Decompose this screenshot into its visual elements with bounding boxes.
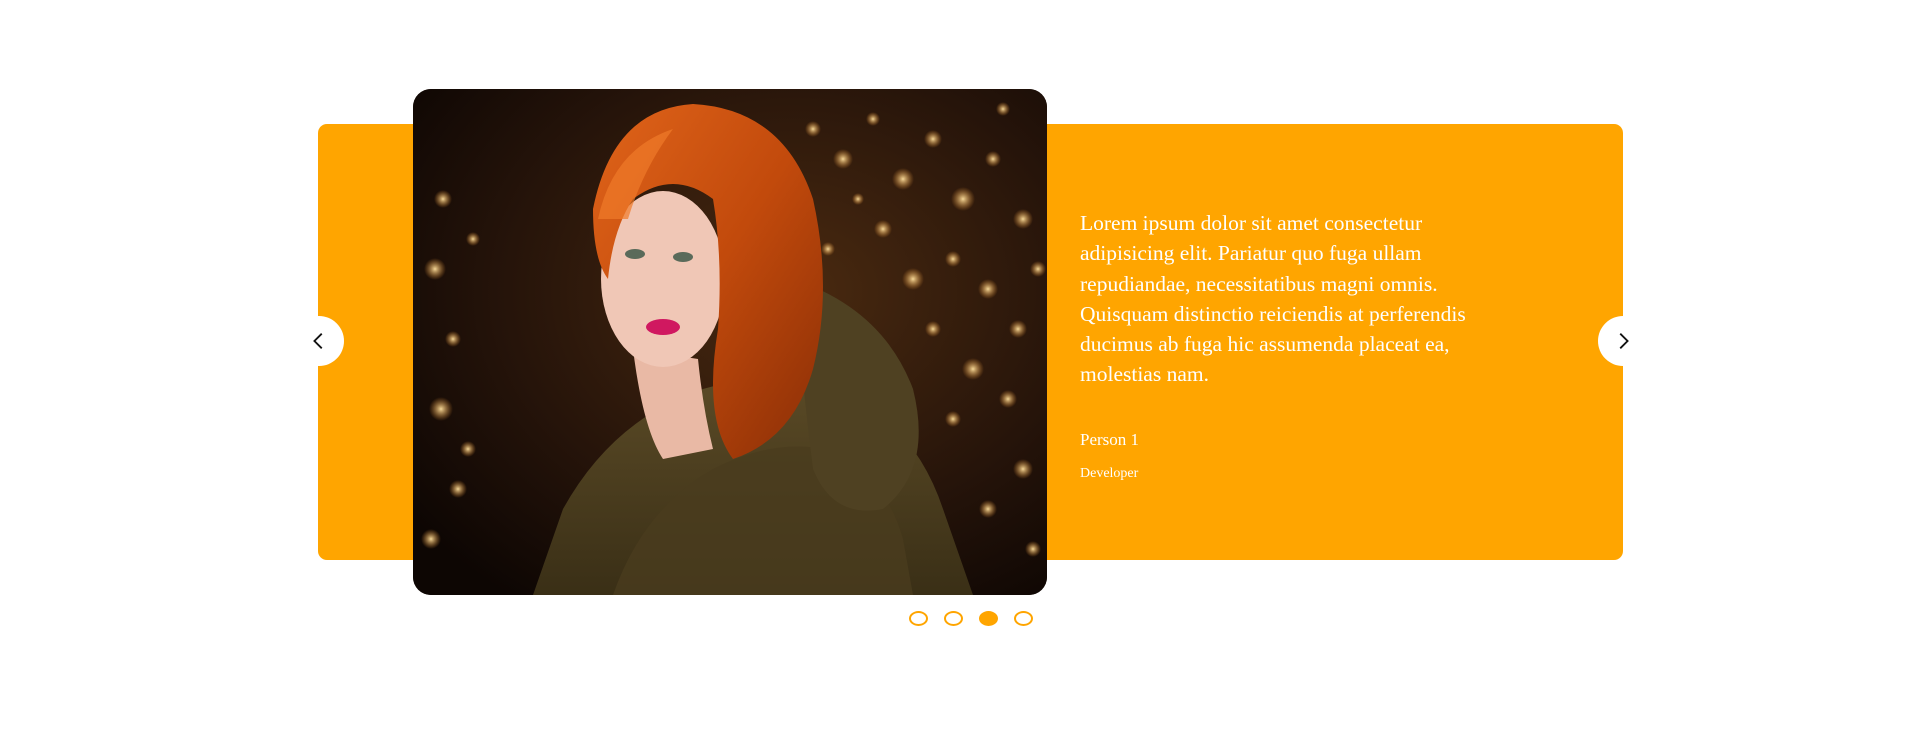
chevron-left-icon (313, 333, 323, 349)
pagination-dot-4[interactable] (1014, 611, 1033, 626)
testimonial-quote: Lorem ipsum dolor sit amet consectetur a… (1080, 211, 1466, 387)
testimonial-slider: Lorem ipsum dolor sit amet consectetur a… (0, 0, 1920, 732)
testimonial-name: Person 1 (1080, 430, 1140, 449)
pagination-dot-1[interactable] (909, 611, 928, 626)
next-slide-button[interactable] (1598, 316, 1648, 366)
prev-slide-button[interactable] (294, 316, 344, 366)
pagination-dot-2[interactable] (944, 611, 963, 626)
pagination-dot-3[interactable] (979, 611, 998, 626)
testimonial-role: Developer (1080, 466, 1139, 481)
testimonial-photo (413, 89, 1047, 595)
portrait-image (413, 89, 1047, 595)
slide-pagination (909, 611, 1033, 626)
chevron-right-icon (1619, 333, 1629, 349)
